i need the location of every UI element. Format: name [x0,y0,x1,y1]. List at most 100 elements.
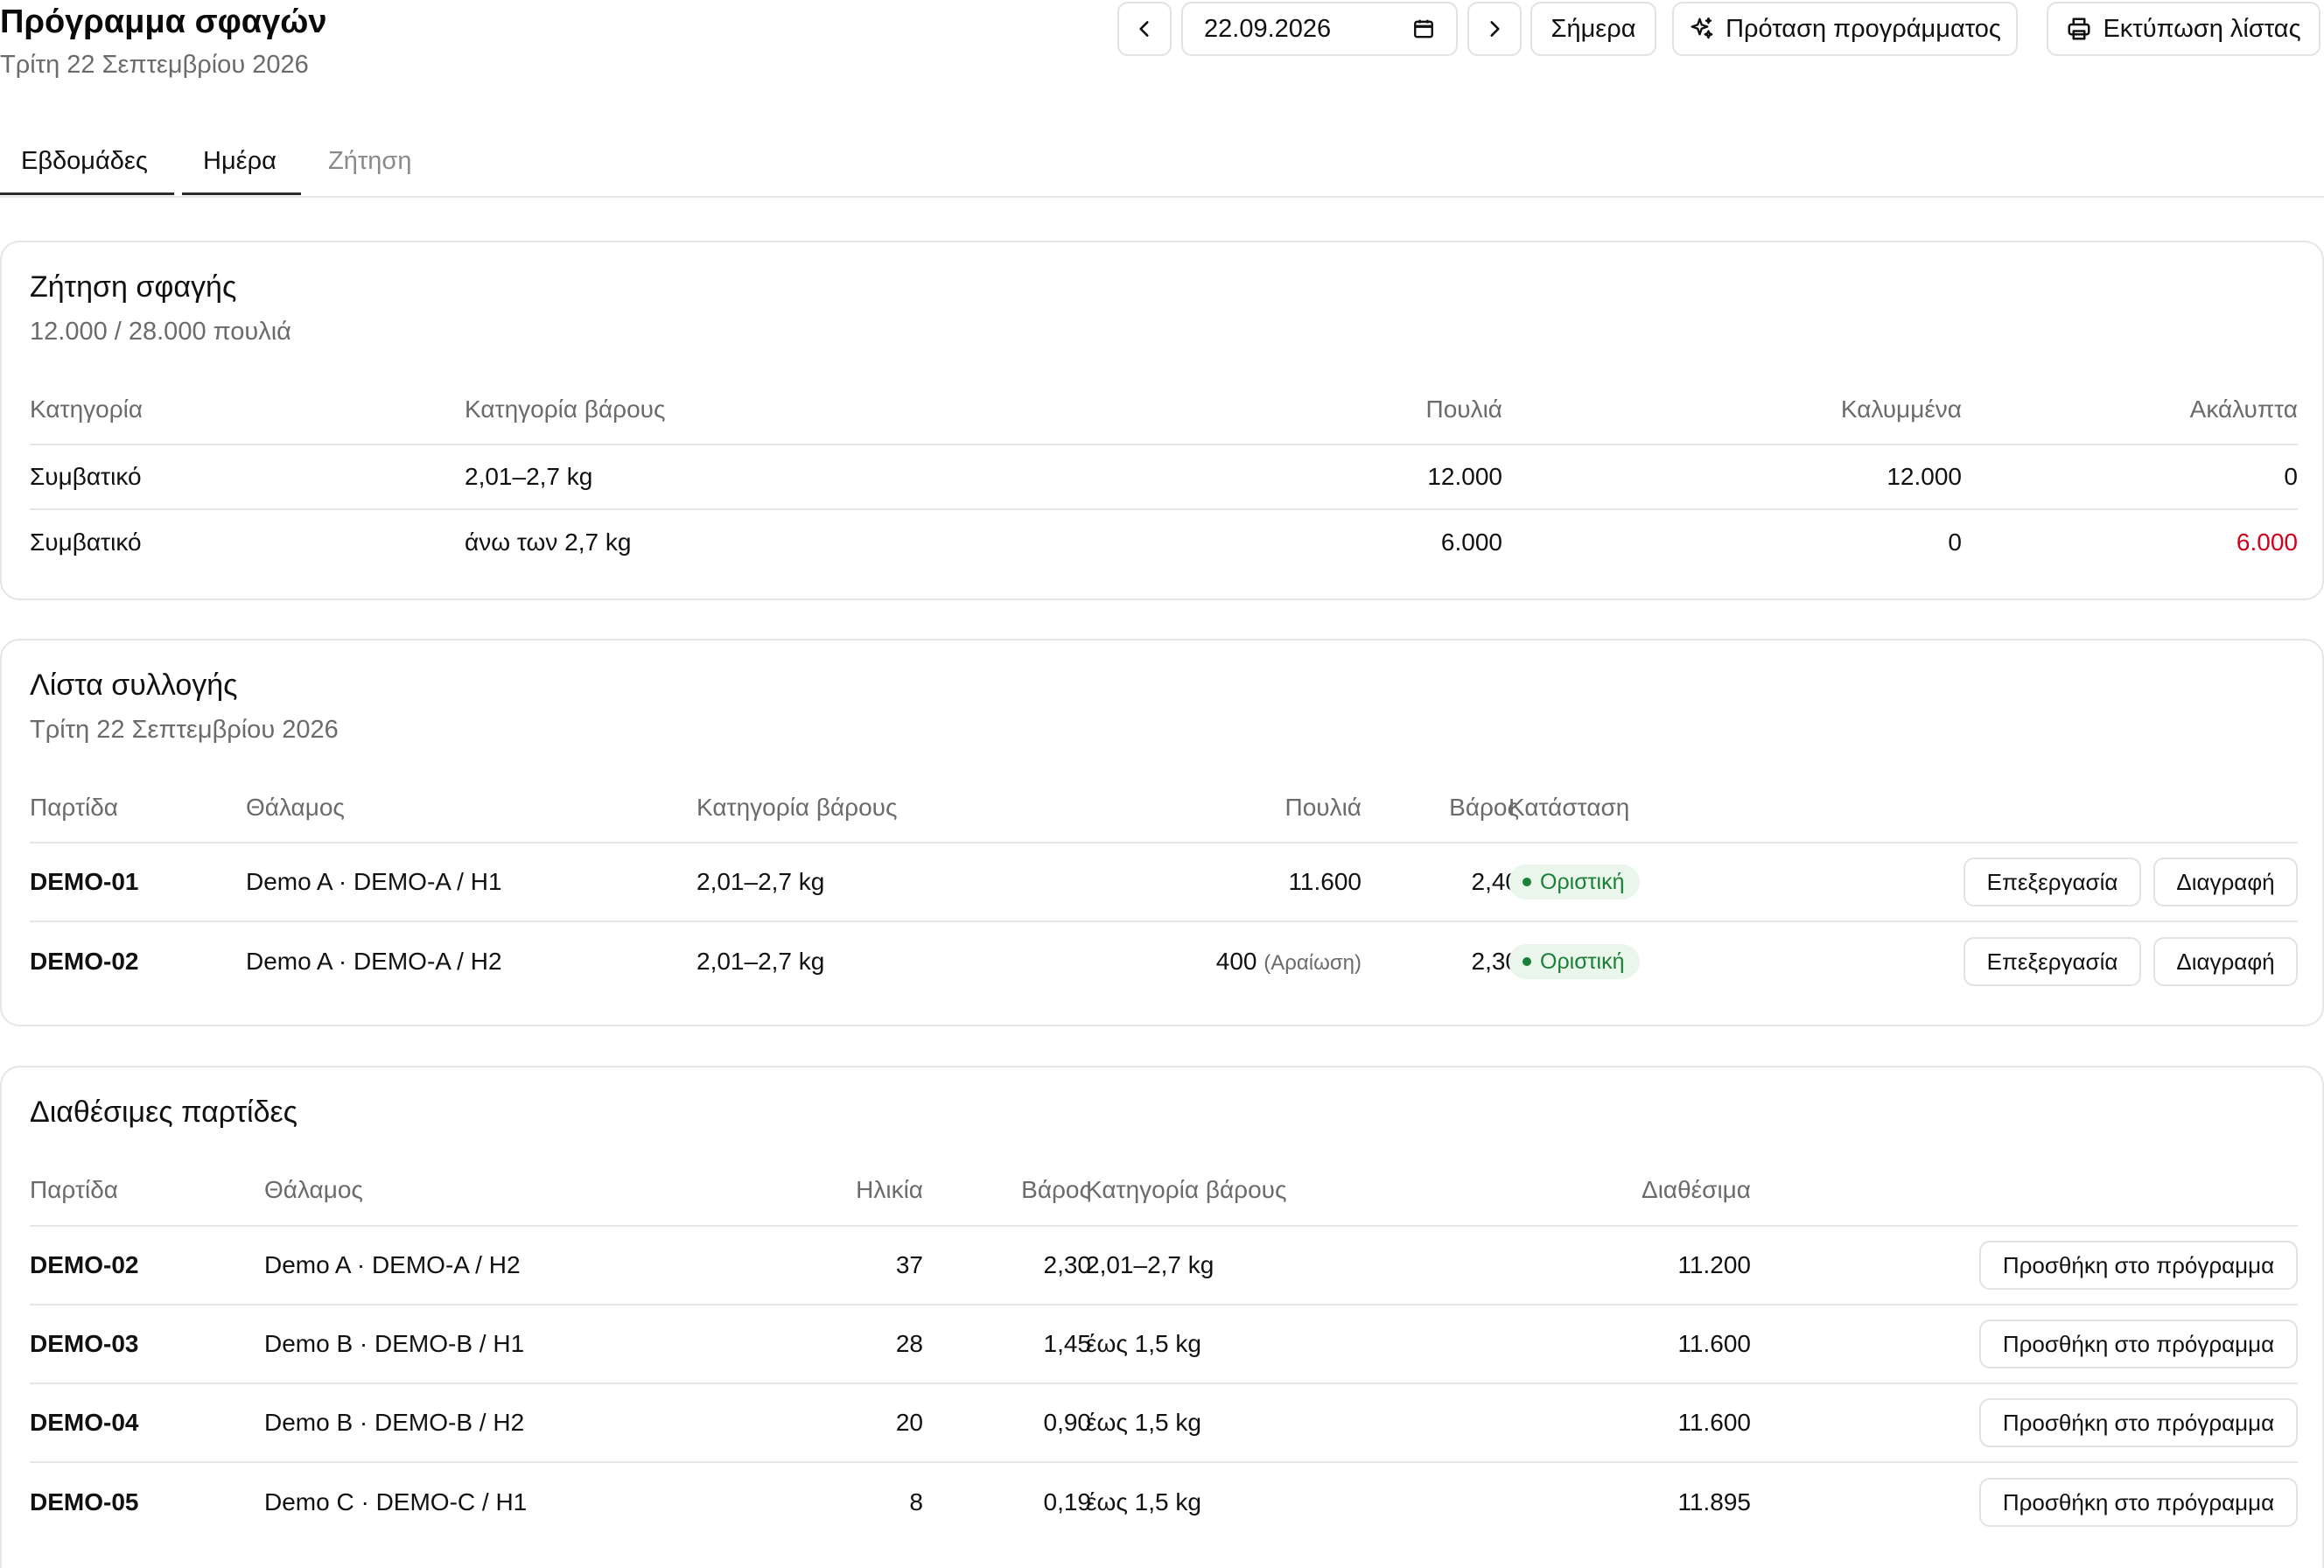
available-header-row: Παρτίδα Θάλαμος Ηλικία Βάρος Κατηγορία β… [30,1155,2298,1227]
date-input[interactable]: 22.09.2026 [1181,2,1458,56]
pick-list-header-row: Παρτίδα Θάλαμος Κατηγορία βάρους Πουλιά … [30,774,2298,844]
row-birds: 11.600 [1288,868,1362,896]
col-batch: Παρτίδα [30,1176,118,1203]
status-badge: Οριστική [1508,864,1641,900]
table-row: Συμβατικό άνω των 2,7 kg 6.000 0 6.000 [30,510,2298,575]
available-batches-card: Διαθέσιμες παρτίδες Παρτίδα Θάλαμος Ηλικ… [0,1066,2324,1568]
row-weight-class: έως 1,5 kg [1086,1488,1201,1516]
row-uncovered: 6.000 [2236,528,2298,556]
row-age: 20 [895,1409,923,1436]
delete-button[interactable]: Διαγραφή [2153,937,2298,986]
tab-weeks[interactable]: Εβδομάδες [21,147,148,176]
row-weight-class: 2,01–2,7 kg [696,868,825,895]
row-house: Demo C · DEMO-C / H1 [264,1488,528,1516]
tab-weeks-underline [0,192,174,195]
edit-button[interactable]: Επεξεργασία [1964,937,2141,986]
print-list-label: Εκτύπωση λίστας [2103,14,2301,43]
row-house: Demo A · DEMO-A / H2 [264,1251,521,1278]
next-day-button[interactable] [1467,2,1522,56]
col-covered: Καλυμμένα [1840,396,1962,423]
row-age: 37 [895,1251,923,1278]
table-row: DEMO-02 Demo A · DEMO-A / H2 37 2,30 2,0… [30,1227,2298,1306]
status-badge: Οριστική [1508,944,1641,979]
date-value: 22.09.2026 [1204,14,1332,43]
row-weight-class: 2,01–2,7 kg [696,948,825,975]
row-covered: 0 [1948,528,1962,556]
row-available: 11.600 [1677,1330,1751,1357]
add-to-schedule-button[interactable]: Προσθήκη στο πρόγραμμα [1979,1320,2298,1368]
col-status: Κατάσταση [1508,794,1630,821]
row-batch: DEMO-04 [30,1409,139,1436]
demand-summary: 12.000 / 28.000 πουλιά [30,318,291,346]
row-age: 28 [895,1330,923,1357]
row-birds: 6.000 [1440,528,1502,556]
row-batch: DEMO-02 [30,948,139,975]
col-category: Κατηγορία [30,396,144,423]
status-dot-icon [1522,957,1531,966]
table-row: DEMO-05 Demo C · DEMO-C / H1 8 0,19 έως … [30,1463,2298,1542]
status-dot-icon [1522,878,1531,886]
row-age: 8 [909,1488,923,1516]
row-available: 11.600 [1677,1409,1751,1436]
tab-day[interactable]: Ημέρα [203,147,276,176]
col-batch: Παρτίδα [30,794,118,821]
chevron-right-icon [1490,21,1500,37]
demand-card: Ζήτηση σφαγής 12.000 / 28.000 πουλιά Κατ… [0,241,2324,600]
row-weight-class: 2,01–2,7 kg [1086,1251,1214,1278]
col-birds: Πουλιά [1284,794,1362,821]
prev-day-button[interactable] [1117,2,1172,56]
sparkles-icon [1690,17,1713,39]
table-row: DEMO-03 Demo B · DEMO-B / H1 28 1,45 έως… [30,1306,2298,1384]
row-house: Demo A · DEMO-A / H1 [246,868,502,895]
page-subtitle: Τρίτη 22 Σεπτεμβρίου 2026 [0,51,309,79]
col-birds: Πουλιά [1425,396,1502,423]
row-category: Συμβατικό [30,528,142,556]
col-available: Διαθέσιμα [1642,1176,1751,1203]
row-category: Συμβατικό [30,463,142,490]
add-to-schedule-button[interactable]: Προσθήκη στο πρόγραμμα [1979,1398,2298,1447]
row-batch: DEMO-05 [30,1488,139,1516]
row-birds: 400 (Αραίωση) [1216,948,1362,976]
page-title: Πρόγραμμα σφαγών [0,4,327,40]
suggest-schedule-button[interactable]: Πρόταση προγράμματος [1672,2,2018,56]
delete-button[interactable]: Διαγραφή [2153,858,2298,906]
tab-demand[interactable]: Ζήτηση [328,147,411,176]
row-covered: 12.000 [1886,463,1962,490]
row-batch: DEMO-01 [30,868,139,895]
today-label: Σήμερα [1550,14,1636,43]
today-button[interactable]: Σήμερα [1530,2,1656,56]
row-weight: 1,45 [1043,1330,1092,1357]
row-house: Demo B · DEMO-B / H2 [264,1409,525,1436]
row-batch: DEMO-03 [30,1330,139,1357]
row-house: Demo B · DEMO-B / H1 [264,1330,525,1357]
row-batch: DEMO-02 [30,1251,139,1278]
calendar-icon[interactable] [1412,18,1435,40]
pick-list-subtitle: Τρίτη 22 Σεπτεμβρίου 2026 [30,716,339,744]
col-weight-class: Κατηγορία βάρους [1086,1176,1287,1203]
row-birds: 12.000 [1427,463,1502,490]
edit-button[interactable]: Επεξεργασία [1964,858,2141,906]
add-to-schedule-button[interactable]: Προσθήκη στο πρόγραμμα [1979,1241,2298,1290]
add-to-schedule-button[interactable]: Προσθήκη στο πρόγραμμα [1979,1478,2298,1527]
demand-header-row: Κατηγορία Κατηγορία βάρους Πουλιά Καλυμμ… [30,375,2298,445]
row-weight-class: άνω των 2,7 kg [465,528,632,556]
pick-list-card: Λίστα συλλογής Τρίτη 22 Σεπτεμβρίου 2026… [0,639,2324,1026]
tabs-divider [0,196,2324,198]
tab-day-underline [182,192,301,195]
print-list-button[interactable]: Εκτύπωση λίστας [2047,2,2320,56]
table-row: Συμβατικό 2,01–2,7 kg 12.000 12.000 0 [30,445,2298,510]
col-age: Ηλικία [856,1176,923,1203]
printer-icon [2068,18,2090,40]
col-house: Θάλαμος [264,1176,363,1203]
row-uncovered: 0 [2284,463,2298,490]
col-weight-class: Κατηγορία βάρους [696,794,898,821]
row-weight: 0,19 [1043,1488,1092,1516]
row-birds-value: 400 [1215,948,1257,975]
col-house: Θάλαμος [246,794,345,821]
table-row: DEMO-02 Demo A · DEMO-A / H2 2,01–2,7 kg… [30,922,2298,1001]
row-weight-class: 2,01–2,7 kg [465,463,593,490]
row-weight: 0,90 [1043,1409,1092,1436]
row-house: Demo A · DEMO-A / H2 [246,948,502,975]
demand-title: Ζήτηση σφαγής [30,270,237,304]
row-available: 11.200 [1677,1251,1751,1278]
